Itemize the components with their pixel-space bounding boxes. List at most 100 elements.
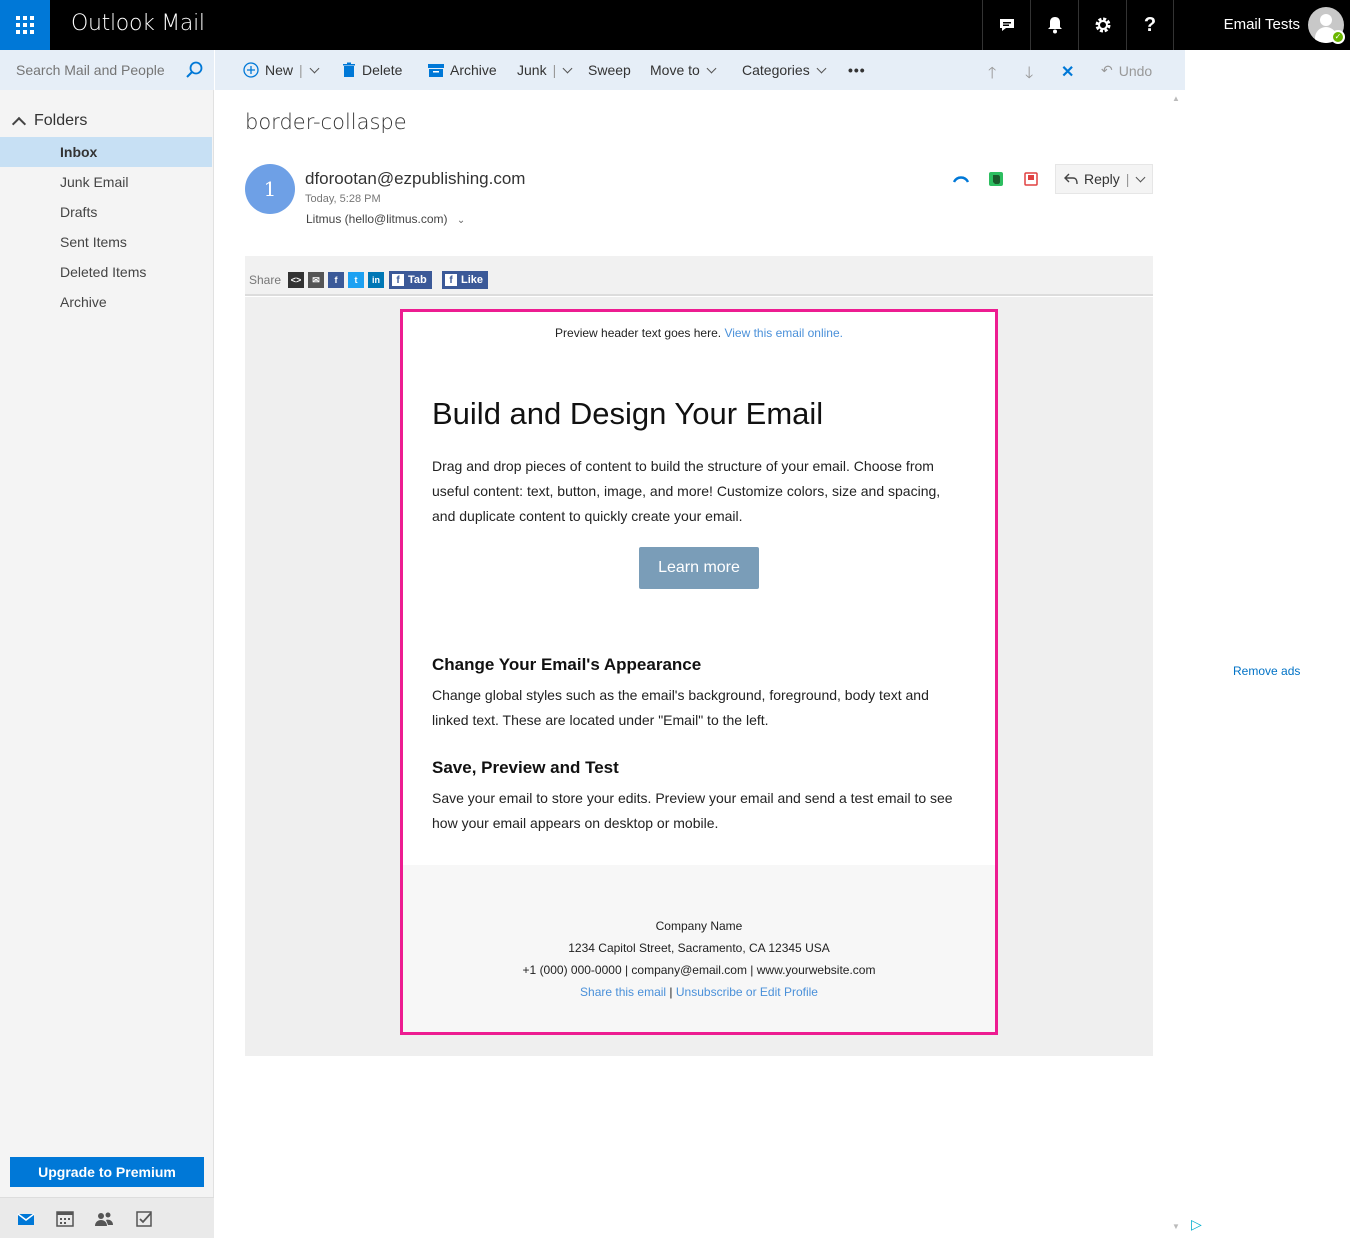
top-bar: Outlook Mail ? Email Tests ✓ [0, 0, 1350, 50]
add-in-icon[interactable] [953, 171, 969, 187]
new-button[interactable]: New | [243, 62, 320, 78]
sender-email[interactable]: dforootan@ezpublishing.com [305, 169, 525, 189]
plus-circle-icon [243, 62, 259, 78]
folder-inbox[interactable]: Inbox [0, 137, 212, 167]
section1-body: Change global styles such as the email's… [432, 687, 929, 728]
message-recipients[interactable]: Litmus (hello@litmus.com) ⌄ [306, 212, 465, 226]
calendar-icon[interactable] [55, 1210, 75, 1228]
move-to-button[interactable]: Move to [650, 62, 717, 78]
view-online-link[interactable]: View this email online. [724, 326, 843, 340]
chevron-down-icon[interactable] [1135, 172, 1146, 182]
folder-drafts[interactable]: Drafts [0, 197, 212, 227]
folder-list: Inbox Junk Email Drafts Sent Items Delet… [0, 137, 212, 317]
presence-available-icon: ✓ [1331, 30, 1345, 44]
footer-contact: +1 (000) 000-0000 | company@email.com | … [522, 963, 876, 977]
app-launcher-button[interactable] [0, 0, 50, 50]
email-footer: Company Name 1234 Capitol Street, Sacram… [403, 865, 995, 1032]
arrow-up-icon[interactable]: 🡑 [988, 62, 996, 89]
archive-icon [428, 64, 444, 77]
bell-icon [1047, 17, 1062, 34]
search-box [0, 50, 214, 90]
twitter-icon[interactable]: t [348, 272, 364, 288]
upgrade-premium-button[interactable]: Upgrade to Premium [10, 1157, 204, 1187]
search-icon[interactable] [184, 60, 204, 80]
scroll-down-arrow[interactable]: ▼ [1172, 1222, 1180, 1231]
chevron-down-icon[interactable] [562, 63, 573, 73]
gear-icon [1095, 17, 1110, 33]
email-share-icon[interactable]: ✉ [308, 272, 324, 288]
folder-archive[interactable]: Archive [0, 287, 212, 317]
facebook-like-button[interactable]: f Like [442, 271, 489, 289]
module-switcher [0, 1197, 214, 1238]
scroll-up-arrow[interactable]: ▲ [1172, 94, 1180, 103]
remove-ads-link[interactable]: Remove ads [1233, 664, 1300, 678]
evernote-icon[interactable] [988, 171, 1004, 187]
linkedin-icon[interactable]: in [368, 272, 384, 288]
people-icon[interactable] [94, 1210, 114, 1228]
folder-sent-items[interactable]: Sent Items [0, 227, 212, 257]
user-name[interactable]: Email Tests [1224, 16, 1300, 33]
settings-button[interactable] [1078, 0, 1126, 50]
reply-button[interactable]: Reply | [1055, 164, 1153, 194]
delete-button[interactable]: Delete [342, 62, 402, 78]
email-heading: Build and Design Your Email [432, 396, 824, 431]
app-title[interactable]: Outlook Mail [71, 11, 205, 36]
adchoices-icon[interactable]: ▷ [1191, 1216, 1202, 1233]
email-body: Preview header text goes here. View this… [400, 309, 998, 1035]
reply-label: Reply [1084, 171, 1120, 187]
junk-label: Junk [517, 62, 547, 78]
chevron-down-icon [706, 63, 717, 73]
categories-button[interactable]: Categories [742, 62, 827, 78]
sweep-label: Sweep [588, 62, 631, 78]
email-intro: Drag and drop pieces of content to build… [432, 458, 941, 524]
notifications-button[interactable] [1030, 0, 1078, 50]
recipient[interactable]: Litmus (hello@litmus.com) [306, 212, 448, 226]
chevron-down-icon [816, 63, 827, 73]
unsubscribe-link[interactable]: Unsubscribe or Edit Profile [676, 985, 818, 999]
move-to-label: Move to [650, 62, 700, 78]
folder-junk-email[interactable]: Junk Email [0, 167, 212, 197]
expand-chevron-icon[interactable]: ⌄ [457, 215, 465, 226]
chevron-up-icon [11, 116, 27, 131]
footer-company: Company Name [655, 919, 743, 933]
share-email-link[interactable]: Share this email [580, 985, 666, 999]
preheader-text: Preview header text goes here. [555, 326, 722, 340]
message-time: Today, 5:28 PM [305, 193, 381, 205]
undo-button[interactable]: ↶ Undo [1101, 62, 1152, 79]
section2-title: Save, Preview and Test [432, 758, 619, 777]
chat-icon [999, 19, 1014, 31]
footer-separator: | [669, 985, 673, 999]
chevron-down-icon[interactable] [309, 63, 320, 73]
folder-deleted-items[interactable]: Deleted Items [0, 257, 212, 287]
left-pane: Folders Inbox Junk Email Drafts Sent Ite… [0, 50, 214, 1238]
facebook-tab-button[interactable]: f Tab [389, 271, 432, 289]
reply-arrow-icon [1064, 173, 1078, 185]
search-input[interactable] [16, 62, 176, 78]
facebook-icon: f [392, 274, 404, 286]
categories-label: Categories [742, 62, 810, 78]
share-bar: Share <> ✉ f t in f Tab f Like [245, 256, 1153, 296]
footer-links: Share this email | Unsubscribe or Edit P… [403, 981, 995, 1003]
learn-more-button[interactable]: Learn more [639, 547, 759, 589]
sender-avatar[interactable]: 1 [245, 164, 295, 214]
save-to-icon[interactable] [1023, 171, 1039, 187]
undo-icon: ↶ [1101, 62, 1113, 78]
undo-label: Undo [1118, 62, 1153, 79]
close-icon[interactable]: ✕ [1061, 62, 1074, 82]
question-icon: ? [1143, 13, 1157, 36]
embed-code-icon[interactable]: <> [288, 272, 304, 288]
tasks-icon[interactable] [135, 1210, 155, 1228]
arrow-down-icon[interactable]: 🡓 [1025, 62, 1033, 89]
command-bar: New | Delete Archive Junk | Sweep Move to … [215, 50, 1185, 90]
delete-label: Delete [362, 62, 403, 78]
folders-header[interactable]: Folders [11, 112, 87, 131]
mail-icon[interactable] [16, 1210, 36, 1228]
junk-button[interactable]: Junk | [517, 62, 573, 78]
sweep-button[interactable]: Sweep [588, 62, 631, 78]
help-button[interactable]: ? [1126, 0, 1174, 50]
more-actions-button[interactable]: ••• [848, 62, 866, 78]
facebook-icon[interactable]: f [328, 272, 344, 288]
chat-button[interactable] [982, 0, 1030, 50]
new-label: New [265, 62, 294, 78]
archive-button[interactable]: Archive [428, 62, 497, 78]
